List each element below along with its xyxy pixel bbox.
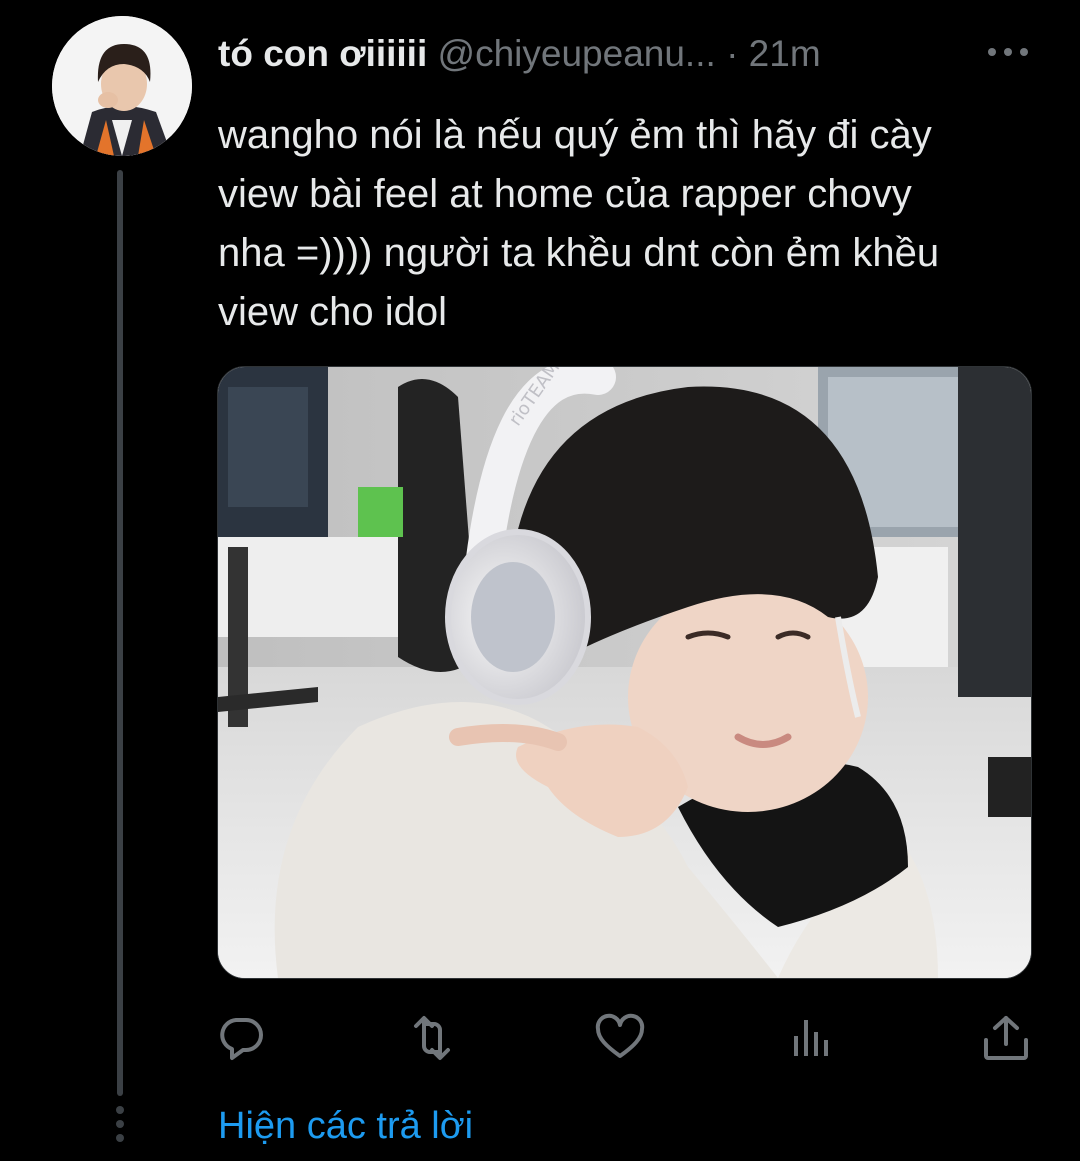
- thread-dot: [116, 1120, 124, 1128]
- tweet-image[interactable]: rioTEAMO: [217, 366, 1032, 979]
- more-options-icon[interactable]: [984, 44, 1032, 60]
- reply-icon[interactable]: [214, 1010, 270, 1066]
- retweet-icon[interactable]: [404, 1010, 460, 1066]
- thread-continuation-dots: [116, 1106, 124, 1144]
- tweet-header: tó con ơiiiiii @chiyeupeanu... · 21m: [218, 30, 1038, 80]
- tweet-text: wangho nói là nếu quý ẻm thì hãy đi cày …: [218, 113, 940, 334]
- thread-line: [117, 170, 123, 1096]
- avatar[interactable]: [52, 16, 192, 156]
- thread-dot: [116, 1134, 124, 1142]
- thread-dot: [116, 1106, 124, 1114]
- display-name[interactable]: tó con ơiiiiii: [218, 33, 427, 74]
- tweet-action-bar: [214, 1010, 1044, 1070]
- analytics-icon[interactable]: [782, 1010, 838, 1066]
- photo-person-with-headphones: rioTEAMO: [218, 367, 1031, 978]
- show-replies-link[interactable]: Hiện các trả lời: [218, 1102, 473, 1150]
- share-icon[interactable]: [978, 1010, 1034, 1066]
- avatar-image: [52, 16, 192, 156]
- heart-icon[interactable]: [592, 1010, 648, 1066]
- timestamp[interactable]: 21m: [749, 33, 821, 74]
- separator-dot: ·: [726, 33, 739, 74]
- user-handle[interactable]: @chiyeupeanu...: [438, 33, 716, 74]
